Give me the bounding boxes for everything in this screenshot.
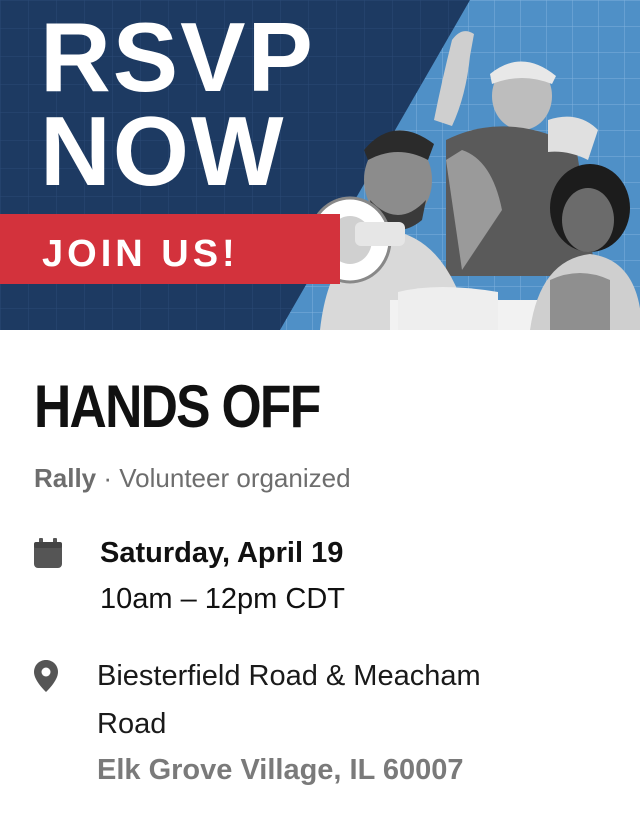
event-date-row: Saturday, April 19 10am – 12pm CDT <box>34 534 640 618</box>
location-pin-icon <box>34 660 58 697</box>
event-city[interactable]: Elk Grove Village, IL 60007 <box>97 748 640 792</box>
banner-headline: RSVP NOW <box>40 2 315 206</box>
join-us-label: JOIN US! <box>42 233 239 275</box>
event-date: Saturday, April 19 <box>100 537 344 569</box>
event-meta: Rally · Volunteer organized <box>34 462 640 494</box>
event-organizer: Volunteer organized <box>119 463 351 493</box>
event-banner-image: RSVP NOW JOIN US! <box>0 0 640 330</box>
meta-separator: · <box>96 463 120 493</box>
event-address[interactable]: Biesterfield Road & Meacham Road <box>97 652 557 748</box>
event-title: HANDS OFF <box>34 373 321 440</box>
event-time: 10am – 12pm CDT <box>100 583 345 615</box>
calendar-icon <box>34 538 62 573</box>
event-location-row[interactable]: Biesterfield Road & Meacham Road Elk Gro… <box>34 652 640 792</box>
event-page: RSVP NOW JOIN US! HANDS OFF Rally · Volu… <box>0 0 640 792</box>
event-details: HANDS OFF Rally · Volunteer organized Sa… <box>0 374 640 792</box>
banner-headline-line-2: NOW <box>40 96 286 206</box>
event-type: Rally <box>34 463 97 493</box>
banner-headline-line-1: RSVP <box>40 2 315 112</box>
